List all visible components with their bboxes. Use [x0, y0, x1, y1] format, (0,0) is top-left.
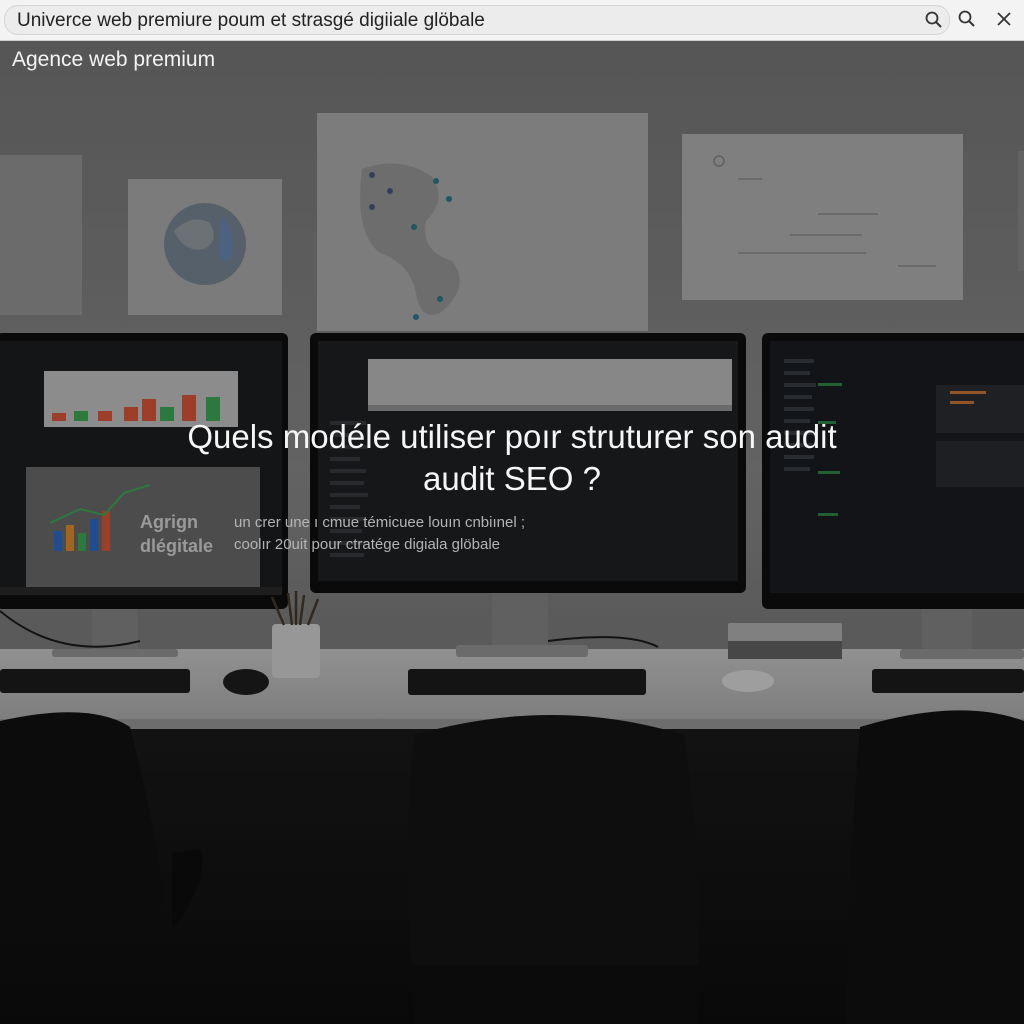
- search-input[interactable]: [15, 9, 909, 33]
- close-icon: [997, 12, 1011, 26]
- browser-search-bar: [0, 0, 1024, 41]
- brand-label: Agence web premium: [12, 48, 216, 71]
- hero-banner: Agence web premium Quels modéle utiliser…: [0, 41, 1024, 1024]
- search-field[interactable]: [4, 5, 950, 35]
- search-button[interactable]: [954, 6, 980, 32]
- page-title-line2: audit SEO ?: [423, 460, 601, 497]
- close-button[interactable]: [991, 6, 1017, 32]
- agency-subtitle-line1: un crer une ı cmue témicuee louın cnbiın…: [234, 514, 525, 531]
- agency-subtitle: un crer une ı cmue témicuee louın cnbiın…: [234, 512, 614, 556]
- agency-title-line1: Agrign: [140, 512, 198, 532]
- agency-subtitle-line2: coolır 20uit pour ctratége digiala glöba…: [234, 536, 501, 553]
- agency-title-line2: dlégitale: [140, 536, 214, 556]
- search-icon: [958, 10, 975, 27]
- search-icon[interactable]: [921, 7, 947, 33]
- agency-title: Agrign dlégitale: [140, 510, 232, 558]
- page-title: Quels modéle utiliser poır struturer son…: [92, 416, 932, 500]
- page-title-line1: Quels modéle utiliser poır struturer son…: [187, 418, 837, 455]
